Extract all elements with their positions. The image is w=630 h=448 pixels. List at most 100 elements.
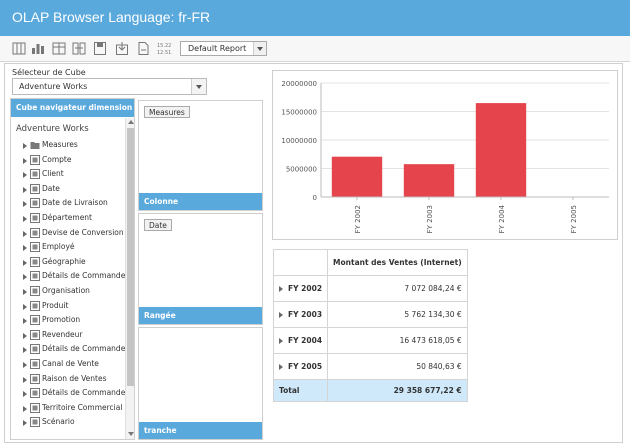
x-tick-label: FY 2004	[498, 204, 506, 233]
tree-root[interactable]: Adventure Works	[16, 124, 89, 134]
expand-icon[interactable]	[23, 391, 27, 398]
bar[interactable]	[331, 156, 383, 197]
chevron-down-icon[interactable]	[191, 79, 206, 94]
expand-icon[interactable]	[23, 274, 27, 281]
tree-item[interactable]: Canal de Vente	[23, 358, 127, 372]
dimension-icon	[30, 300, 40, 311]
value-cell: 5 762 134,30 €	[327, 301, 468, 328]
dimension-icon	[30, 315, 40, 326]
expand-icon[interactable]	[23, 245, 27, 252]
tree-item[interactable]: Employé	[23, 241, 127, 255]
expand-icon[interactable]	[23, 201, 27, 208]
expand-icon[interactable]	[279, 286, 283, 292]
expand-icon[interactable]	[23, 186, 27, 193]
slicer-axis[interactable]: tranche	[138, 327, 263, 440]
svg-text:12.51: 12.51	[157, 50, 171, 56]
row-axis[interactable]: Date Rangée	[138, 213, 263, 325]
row-header[interactable]: FY 2004	[272, 327, 329, 354]
tree-item[interactable]: Devise de Conversion	[23, 227, 127, 241]
dimension-icon	[30, 402, 40, 413]
grid-toggle-icon[interactable]	[12, 41, 26, 56]
dimension-icon	[30, 213, 40, 223]
expand-icon[interactable]	[279, 338, 283, 344]
expand-icon[interactable]	[23, 376, 27, 383]
expand-icon[interactable]	[23, 420, 27, 427]
expand-icon[interactable]	[23, 172, 27, 179]
bar-chart: 0 5000000 10000000 15000000 20000000 FY 2002 F…	[281, 80, 609, 233]
expand-icon[interactable]	[23, 303, 27, 310]
x-tick-label: FY 2005	[570, 205, 578, 233]
expand-icon[interactable]	[23, 143, 27, 149]
chevron-down-icon[interactable]	[253, 42, 266, 55]
bar[interactable]	[403, 164, 455, 197]
number-format-icon[interactable]: 15.22 12.51	[157, 41, 171, 56]
tree-item-label: Raison de Ventes	[42, 373, 107, 383]
scrollbar-thumb[interactable]	[127, 128, 134, 386]
row-header[interactable]: FY 2003	[272, 301, 329, 328]
column-axis[interactable]: Measures Colonne	[138, 100, 263, 211]
tree-item[interactable]: Measures	[23, 139, 127, 153]
scroll-down-icon[interactable]	[128, 432, 134, 436]
tree-item[interactable]: Détails de Commandes (In	[23, 270, 127, 284]
expand-icon[interactable]	[279, 364, 283, 370]
column-axis-chip[interactable]: Measures	[144, 106, 190, 118]
tree-item[interactable]: Détails de Commandes (R	[23, 343, 127, 357]
report-select[interactable]: Default Report	[180, 41, 267, 56]
row-label: FY 2002	[288, 284, 323, 293]
tree-item[interactable]: Territoire Commercial	[23, 402, 127, 416]
expand-icon[interactable]	[23, 332, 27, 339]
pivot-grid: Montant des Ventes (Internet) FY 2002 7 …	[272, 249, 468, 402]
load-icon[interactable]	[115, 41, 129, 56]
dimension-icon	[30, 359, 40, 369]
column-swap-icon[interactable]	[72, 41, 86, 56]
expand-icon[interactable]	[23, 318, 27, 325]
expand-icon[interactable]	[23, 259, 27, 266]
expand-icon[interactable]	[23, 362, 27, 368]
tree-item[interactable]: Client	[23, 168, 127, 182]
cube-dimension-navigator: Cube navigateur dimension Adventure Work…	[10, 98, 135, 440]
tree-item-label: Promotion	[42, 315, 81, 325]
cube-select-value: Adventure Works	[19, 82, 88, 91]
tree-item[interactable]: Date de Livraison	[23, 197, 127, 211]
export-icon[interactable]	[136, 41, 150, 56]
expand-icon[interactable]	[23, 289, 27, 295]
expand-icon[interactable]	[23, 157, 27, 164]
tree-item[interactable]: Département	[23, 212, 127, 226]
tree-item[interactable]: Détails de Commandes Ce	[23, 387, 127, 401]
x-tick-label: FY 2002	[354, 205, 362, 233]
row-label: FY 2005	[288, 362, 323, 371]
tree-item[interactable]: Produit	[23, 300, 127, 314]
y-tick-label: 5000000	[286, 166, 317, 174]
tree-item-label: Organisation	[42, 286, 90, 295]
dimension-icon	[30, 256, 40, 267]
expand-icon[interactable]	[23, 216, 27, 222]
table-icon[interactable]	[52, 41, 66, 56]
expand-icon[interactable]	[23, 230, 27, 237]
save-icon[interactable]	[93, 41, 107, 56]
tree-item[interactable]: Compte	[23, 154, 127, 168]
row-axis-chip[interactable]: Date	[144, 219, 172, 231]
tree-item[interactable]: Scénario	[23, 416, 127, 430]
tree-item[interactable]: Revendeur	[23, 329, 127, 343]
expand-icon[interactable]	[279, 312, 283, 318]
scroll-up-icon[interactable]	[128, 120, 134, 124]
report-select-value: Default Report	[188, 44, 247, 53]
cube-select[interactable]: Adventure Works	[12, 78, 207, 95]
navigator-scrollbar[interactable]	[125, 118, 134, 439]
tree-item[interactable]: Date	[23, 183, 127, 197]
row-header[interactable]: FY 2002	[272, 275, 329, 302]
tree-item[interactable]: Raison de Ventes	[23, 373, 127, 387]
chart-icon[interactable]	[31, 41, 45, 56]
tree-item-label: Produit	[42, 300, 69, 310]
expand-icon[interactable]	[23, 405, 27, 412]
bar[interactable]	[475, 103, 527, 197]
tree-item[interactable]: Promotion	[23, 314, 127, 328]
y-tick-label: 10000000	[281, 137, 317, 145]
tree-item-label: Territoire Commercial	[42, 402, 123, 412]
expand-icon[interactable]	[23, 347, 27, 354]
value-cell: 50 840,63 €	[327, 353, 468, 380]
tree-item[interactable]: Géographie	[23, 256, 127, 270]
toolbar: 15.22 12.51 Default Report	[0, 36, 630, 62]
tree-item[interactable]: Organisation	[23, 285, 127, 299]
row-header[interactable]: FY 2005	[272, 353, 329, 380]
